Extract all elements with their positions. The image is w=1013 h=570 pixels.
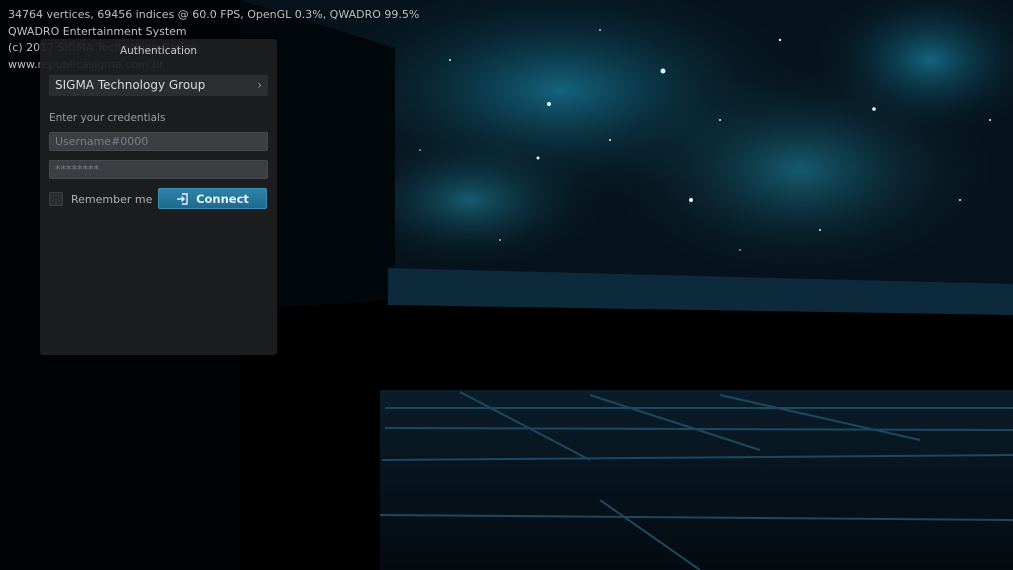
credentials-label: Enter your credentials	[49, 112, 166, 124]
group-name: SIGMA Technology Group	[55, 78, 206, 92]
connect-button[interactable]: Connect	[158, 188, 267, 209]
remember-me-checkbox[interactable]	[49, 192, 63, 206]
username-input[interactable]	[49, 132, 268, 151]
password-input[interactable]	[49, 160, 268, 179]
floor-grid	[380, 390, 1013, 570]
sign-in-icon	[177, 192, 188, 205]
chevron-right-icon: ›	[257, 78, 262, 92]
authentication-panel: Authentication SIGMA Technology Group › …	[40, 39, 277, 355]
remember-me-toggle[interactable]: Remember me	[49, 190, 152, 208]
panel-title: Authentication	[119, 45, 198, 57]
remember-me-label: Remember me	[71, 192, 153, 206]
group-selector[interactable]: SIGMA Technology Group ›	[49, 75, 268, 96]
system-name: QWADRO Entertainment System	[8, 24, 187, 38]
connect-label: Connect	[196, 191, 249, 206]
render-stats: 34764 vertices, 69456 indices @ 60.0 FPS…	[8, 8, 420, 21]
